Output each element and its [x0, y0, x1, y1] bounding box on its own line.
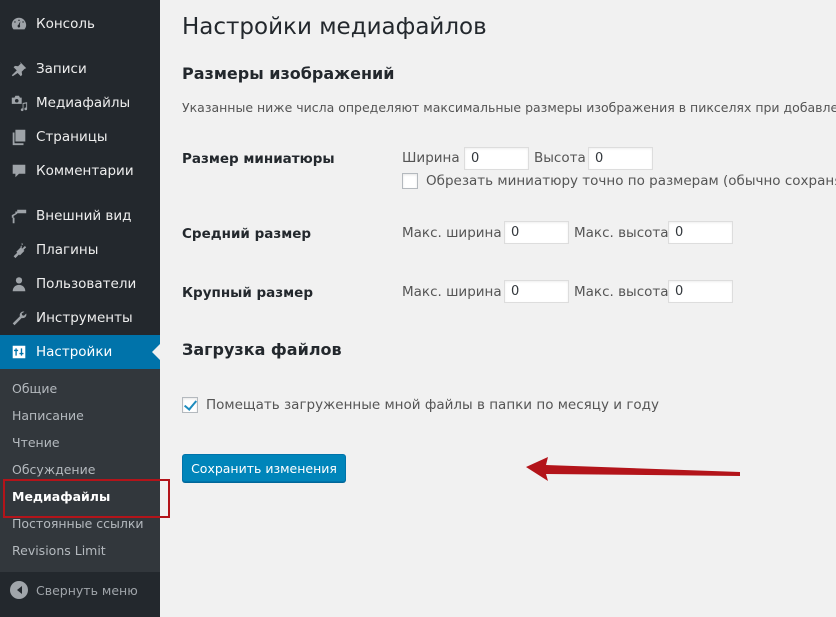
paintbrush-icon	[0, 207, 36, 225]
large-width-input[interactable]: 0	[504, 280, 569, 303]
pin-icon	[0, 60, 36, 78]
sidebar-item-tools[interactable]: Инструменты	[0, 301, 160, 335]
organize-uploads-checkbox[interactable]	[182, 397, 198, 413]
large-height-label: Макс. высота	[574, 284, 669, 300]
admin-sidebar: Консоль Записи Медиафайлы Страницы Комме…	[0, 0, 160, 617]
collapse-menu-label: Свернуть меню	[36, 582, 138, 598]
user-icon	[0, 275, 36, 293]
comment-icon	[0, 162, 36, 180]
pages-icon	[0, 128, 36, 146]
organize-uploads-label: Помещать загруженные мной файлы в папки …	[206, 397, 659, 413]
medium-width-input[interactable]: 0	[504, 221, 569, 244]
medium-width-label: Макс. ширина	[402, 225, 502, 241]
medium-height-input[interactable]: 0	[668, 221, 733, 244]
sidebar-item-label: Комментарии	[36, 163, 134, 179]
large-width-label: Макс. ширина	[402, 284, 502, 300]
sidebar-item-posts[interactable]: Записи	[0, 52, 160, 86]
thumbnail-width-input[interactable]: 0	[464, 147, 529, 170]
sidebar-item-users[interactable]: Пользователи	[0, 267, 160, 301]
submenu-item-general[interactable]: Общие	[12, 379, 57, 399]
submenu-item-reading[interactable]: Чтение	[12, 433, 60, 453]
collapse-arrow-icon	[10, 581, 28, 599]
thumbnail-crop-label: Обрезать миниатюру точно по размерам (об…	[426, 173, 836, 189]
sidebar-item-plugins[interactable]: Плагины	[0, 233, 160, 267]
submenu-item-revisions-limit[interactable]: Revisions Limit	[12, 541, 106, 561]
save-changes-button[interactable]: Сохранить изменения	[182, 454, 346, 482]
uploading-files-heading: Загрузка файлов	[182, 340, 342, 359]
image-sizes-description: Указанные ниже числа определяют максимал…	[182, 100, 836, 115]
thumbnail-crop-checkbox[interactable]	[402, 173, 418, 189]
collapse-menu-button[interactable]: Свернуть меню	[0, 572, 160, 608]
sidebar-item-pages[interactable]: Страницы	[0, 120, 160, 154]
sidebar-item-media[interactable]: Медиафайлы	[0, 86, 160, 120]
image-sizes-heading: Размеры изображений	[182, 64, 395, 83]
sidebar-item-comments[interactable]: Комментарии	[0, 154, 160, 188]
thumbnail-height-input[interactable]: 0	[588, 147, 653, 170]
sidebar-item-dashboard[interactable]: Консоль	[0, 7, 160, 41]
media-icon	[0, 94, 36, 112]
medium-size-label: Средний размер	[182, 226, 312, 242]
sidebar-item-label: Внешний вид	[36, 208, 132, 224]
sidebar-item-label: Консоль	[36, 16, 95, 32]
settings-sliders-icon	[0, 343, 36, 361]
sidebar-item-label: Плагины	[36, 242, 99, 258]
dashboard-icon	[0, 15, 36, 33]
submenu-item-writing[interactable]: Написание	[12, 406, 84, 426]
thumbnail-size-label: Размер миниатюры	[182, 151, 335, 167]
sidebar-item-settings[interactable]: Настройки	[0, 335, 160, 369]
large-height-input[interactable]: 0	[668, 280, 733, 303]
annotation-highlight-box	[3, 479, 170, 518]
plugin-icon	[0, 241, 36, 259]
large-size-label: Крупный размер	[182, 285, 313, 301]
annotation-arrow-icon	[526, 457, 740, 481]
thumbnail-width-label: Ширина	[402, 150, 460, 166]
thumbnail-height-label: Высота	[534, 150, 586, 166]
sidebar-item-label: Инструменты	[36, 310, 133, 326]
sidebar-item-label: Страницы	[36, 129, 108, 145]
submenu-item-discussion[interactable]: Обсуждение	[12, 460, 95, 480]
sidebar-item-label: Пользователи	[36, 276, 137, 292]
page-title: Настройки медиафайлов	[182, 14, 487, 40]
sidebar-item-appearance[interactable]: Внешний вид	[0, 199, 160, 233]
medium-height-label: Макс. высота	[574, 225, 669, 241]
sidebar-item-label: Настройки	[36, 344, 113, 360]
settings-submenu: Общие Написание Чтение Обсуждение Медиаф…	[0, 369, 160, 572]
sidebar-item-label: Записи	[36, 61, 87, 77]
wrench-icon	[0, 309, 36, 327]
sidebar-item-label: Медиафайлы	[36, 95, 131, 111]
